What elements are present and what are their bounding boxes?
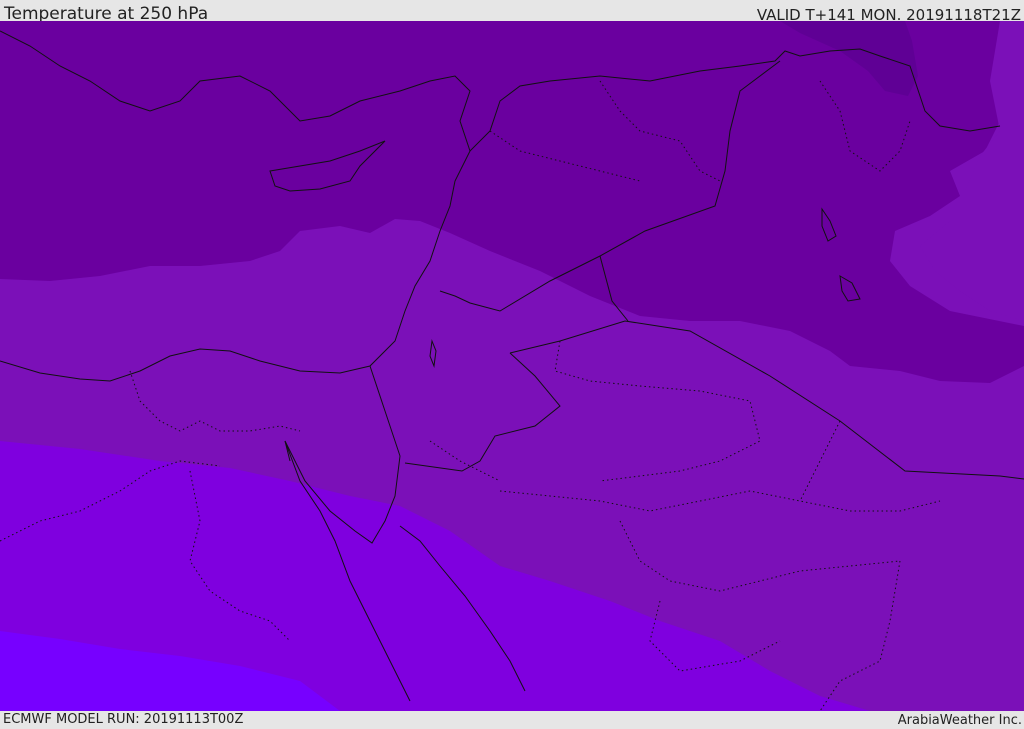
- map-page: Temperature at 250 hPa VALID T+141 MON. …: [0, 0, 1024, 729]
- model-run-label: ECMWF MODEL RUN: 20191113T00Z: [3, 712, 244, 727]
- temperature-map: [0, 21, 1024, 711]
- map-svg: [0, 21, 1024, 711]
- credit-label: ArabiaWeather Inc.: [897, 713, 1022, 728]
